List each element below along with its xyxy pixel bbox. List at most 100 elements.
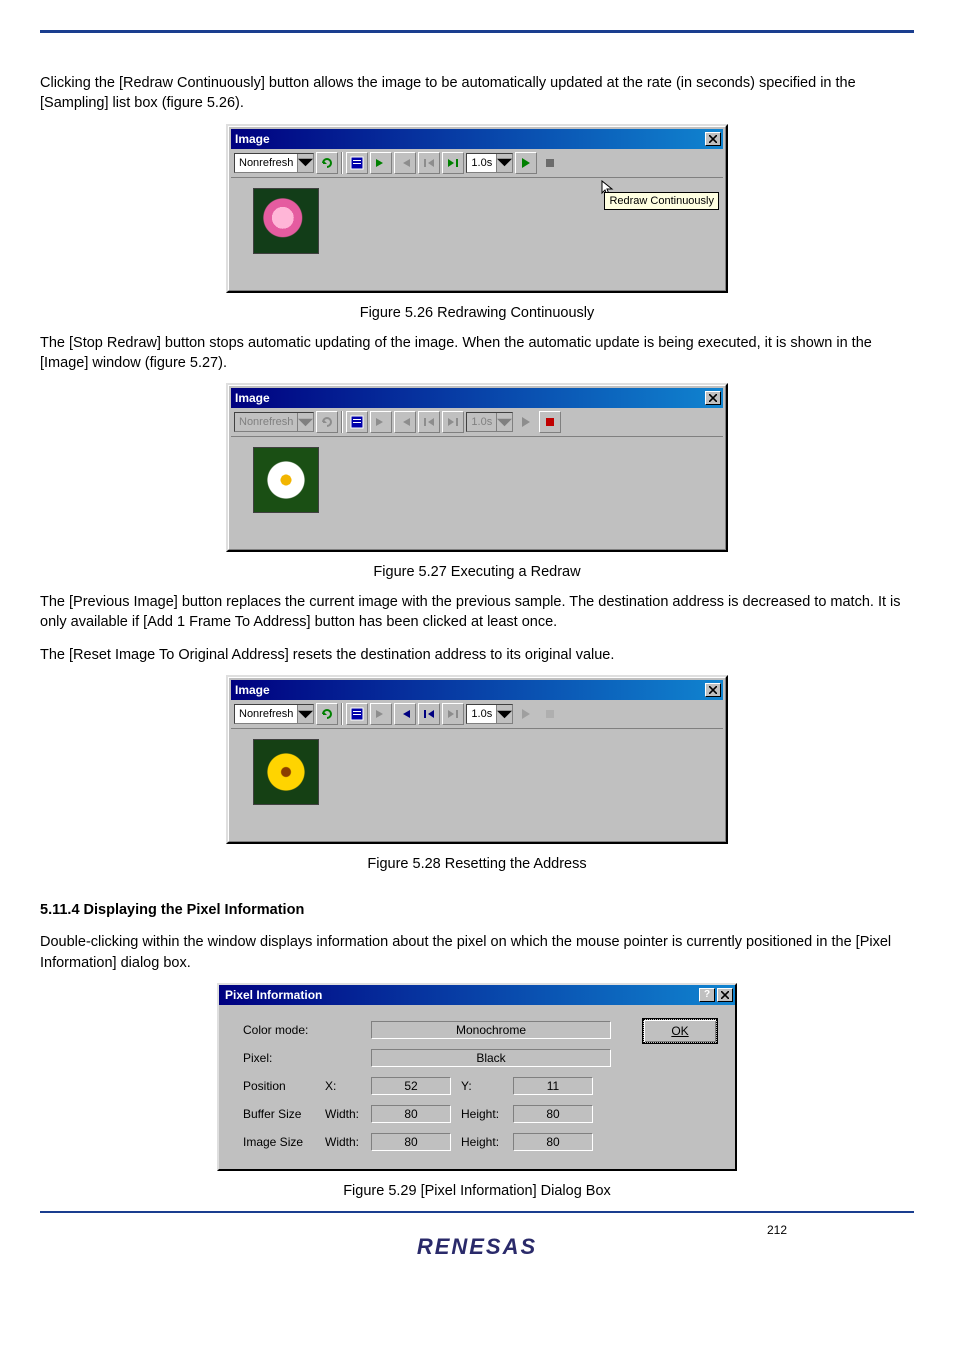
properties-icon[interactable] [346, 703, 368, 725]
value-buf-width: 80 [371, 1105, 451, 1123]
window-title: Image [235, 391, 703, 405]
label-width: Width: [325, 1107, 371, 1121]
sampling-value: 1.0s [467, 157, 496, 169]
separator [341, 703, 343, 725]
dialog-title: Pixel Information [225, 988, 697, 1002]
label-pixel: Pixel: [243, 1051, 325, 1065]
play-icon[interactable] [515, 703, 537, 725]
chevron-down-icon [297, 154, 313, 172]
sampling-combo: 1.0s [466, 412, 513, 432]
prev-frame-icon [394, 411, 416, 433]
image-window-fig26: Image Nonrefresh 1.0s [226, 124, 728, 293]
image-thumbnail [253, 739, 319, 805]
pixel-information-dialog: Pixel Information ? OK Color mode: Monoc… [217, 983, 737, 1171]
caption-fig27: Figure 5.27 Executing a Redraw [40, 564, 914, 580]
label-height: Height: [461, 1107, 513, 1121]
separator [341, 152, 343, 174]
value-img-height: 80 [513, 1133, 593, 1151]
refresh-icon [316, 411, 338, 433]
paragraph-1: Clicking the [Redraw Continuously] butto… [40, 73, 914, 114]
window-title: Image [235, 683, 703, 697]
label-color-mode: Color mode: [243, 1023, 325, 1037]
image-thumbnail [253, 188, 319, 254]
close-button[interactable] [705, 683, 721, 697]
header-rule [40, 30, 914, 33]
label-y: Y: [461, 1079, 513, 1093]
label-x: X: [325, 1079, 371, 1093]
label-width: Width: [325, 1135, 371, 1149]
add-frame-icon[interactable] [442, 703, 464, 725]
renesas-logo-text: RENESAS [417, 1234, 537, 1259]
image-window-fig28: Image Nonrefresh 1.0s [226, 675, 728, 844]
chevron-down-icon [496, 413, 512, 431]
toolbar: Nonrefresh 1.0s [231, 700, 723, 729]
play-icon [515, 411, 537, 433]
label-buffer-size: Buffer Size [243, 1107, 325, 1121]
chevron-down-icon [496, 705, 512, 723]
value-pixel: Black [371, 1049, 611, 1067]
refresh-icon[interactable] [316, 703, 338, 725]
stop-icon[interactable] [539, 152, 561, 174]
next-frame-icon[interactable] [370, 152, 392, 174]
section-5-11-4-title: 5.11.4 Displaying the Pixel Information [40, 900, 914, 920]
reset-frame-icon[interactable] [418, 152, 440, 174]
label-position: Position [243, 1079, 325, 1093]
caption-fig29: Figure 5.29 [Pixel Information] Dialog B… [40, 1183, 914, 1199]
value-buf-height: 80 [513, 1105, 593, 1123]
close-button[interactable] [717, 988, 733, 1002]
refresh-mode-value: Nonrefresh [235, 157, 297, 169]
titlebar: Image [231, 680, 723, 700]
toolbar: Nonrefresh 1.0s [231, 149, 723, 178]
reset-frame-icon [418, 411, 440, 433]
dialog-titlebar: Pixel Information ? [219, 985, 735, 1005]
image-thumbnail [253, 447, 319, 513]
caption-fig26: Figure 5.26 Redrawing Continuously [40, 305, 914, 321]
caption-fig28: Figure 5.28 Resetting the Address [40, 856, 914, 872]
image-canvas: Redraw Continuously [231, 178, 723, 288]
refresh-mode-combo[interactable]: Nonrefresh [234, 704, 314, 724]
close-button[interactable] [705, 132, 721, 146]
tooltip-redraw-continuously: Redraw Continuously [604, 192, 719, 210]
footer-logo: RENESAS [0, 1228, 954, 1267]
paragraph-3: The [Previous Image] button replaces the… [40, 592, 914, 633]
next-frame-icon [370, 411, 392, 433]
sampling-combo[interactable]: 1.0s [466, 153, 513, 173]
stop-icon[interactable] [539, 411, 561, 433]
close-button[interactable] [705, 391, 721, 405]
refresh-icon[interactable] [316, 152, 338, 174]
image-window-fig27: Image Nonrefresh 1.0s [226, 383, 728, 552]
add-frame-icon [442, 411, 464, 433]
label-height: Height: [461, 1135, 513, 1149]
prev-frame-icon[interactable] [394, 703, 416, 725]
titlebar: Image [231, 129, 723, 149]
titlebar: Image [231, 388, 723, 408]
prev-frame-icon[interactable] [394, 152, 416, 174]
separator [341, 411, 343, 433]
chevron-down-icon [496, 154, 512, 172]
next-frame-icon[interactable] [370, 703, 392, 725]
reset-frame-icon[interactable] [418, 703, 440, 725]
chevron-down-icon [297, 705, 313, 723]
help-button[interactable]: ? [699, 988, 715, 1002]
ok-button[interactable]: OK [643, 1019, 717, 1043]
properties-icon[interactable] [346, 411, 368, 433]
chevron-down-icon [297, 413, 313, 431]
refresh-mode-combo: Nonrefresh [234, 412, 314, 432]
stop-icon[interactable] [539, 703, 561, 725]
play-icon[interactable] [515, 152, 537, 174]
value-y: 11 [513, 1077, 593, 1095]
refresh-mode-value: Nonrefresh [235, 416, 297, 428]
section-5-11-4-body: Double-clicking within the window displa… [40, 932, 914, 973]
value-x: 52 [371, 1077, 451, 1095]
sampling-value: 1.0s [467, 416, 496, 428]
image-canvas [231, 729, 723, 839]
sampling-combo[interactable]: 1.0s [466, 704, 513, 724]
refresh-mode-combo[interactable]: Nonrefresh [234, 153, 314, 173]
toolbar: Nonrefresh 1.0s [231, 408, 723, 437]
properties-icon[interactable] [346, 152, 368, 174]
add-frame-icon[interactable] [442, 152, 464, 174]
value-color-mode: Monochrome [371, 1021, 611, 1039]
footer-rule [40, 1211, 914, 1213]
window-title: Image [235, 132, 703, 146]
paragraph-2: The [Stop Redraw] button stops automatic… [40, 333, 914, 374]
